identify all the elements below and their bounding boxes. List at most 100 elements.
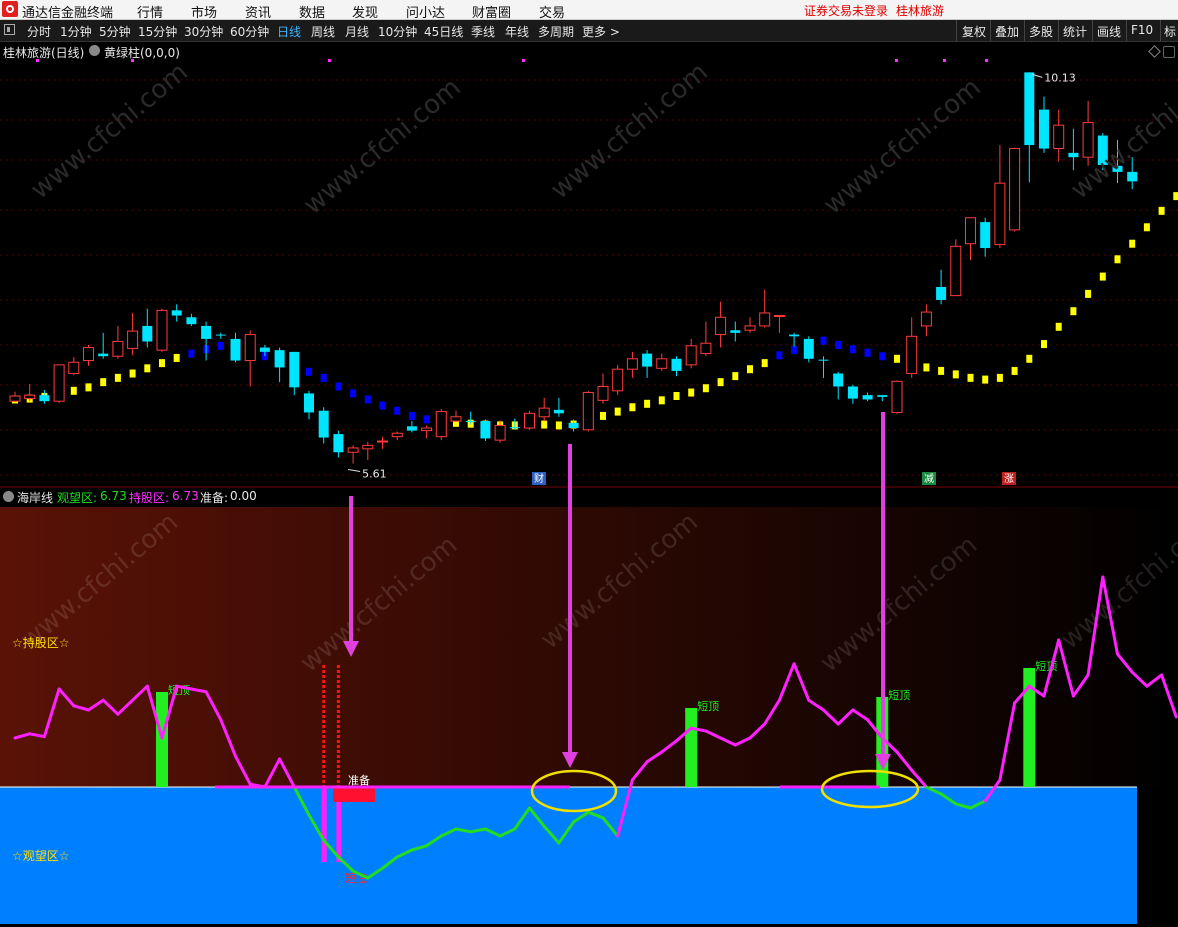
stop-line-block — [732, 372, 739, 381]
candle-body — [142, 325, 153, 342]
stop-line-block — [658, 396, 665, 405]
candle-body — [435, 411, 447, 438]
chart-canvas[interactable]: 10.13 5.61 财 减 涨 www.cfchi.com www.cfchi.com ww… — [0, 0, 1178, 927]
candle-body — [83, 347, 94, 362]
candle-body — [980, 222, 991, 249]
candle-body — [671, 358, 682, 371]
candle — [509, 418, 520, 430]
stop-line-block — [408, 411, 415, 420]
candle — [83, 344, 94, 366]
candle-body — [318, 410, 329, 438]
sub-indicator-dropdown-icon[interactable] — [3, 491, 14, 502]
stop-line-block — [996, 373, 1003, 382]
stop-line-block — [673, 392, 680, 401]
candle — [715, 301, 727, 348]
short-bottom-bar — [321, 787, 327, 862]
candle — [9, 391, 21, 403]
signal-dot — [943, 59, 946, 62]
ready-value: 0.00 — [230, 489, 257, 503]
candle — [965, 217, 976, 261]
stop-line-block — [820, 336, 827, 345]
candle — [700, 321, 712, 357]
candle-body — [480, 421, 491, 439]
candle — [936, 269, 947, 305]
stop-line-block — [644, 399, 651, 408]
candle-body — [127, 330, 139, 349]
candle-body — [53, 364, 65, 402]
chart-title: 桂林旅游(日线) — [3, 46, 85, 60]
short-top-label: 短顶 — [697, 699, 719, 713]
candle — [685, 338, 697, 369]
candle — [877, 395, 888, 402]
candle — [626, 351, 638, 378]
stop-line-block — [1041, 340, 1047, 349]
watch-zone-label: 观望区: — [57, 491, 98, 505]
watermark: www.cfchi.com — [25, 57, 194, 205]
candle — [1053, 109, 1065, 162]
stop-line-block — [849, 345, 856, 354]
candle — [920, 304, 932, 337]
candle — [950, 239, 962, 297]
candle-body — [362, 444, 374, 450]
candle-body — [421, 427, 433, 432]
sub-indicator-name[interactable]: 海岸线 — [17, 489, 53, 506]
stop-line-block — [85, 383, 92, 392]
candle-body — [877, 395, 888, 397]
stop-line-block — [379, 401, 386, 410]
stop-line-block — [100, 378, 107, 387]
candle-body — [700, 342, 712, 355]
hold-zone-bg — [0, 507, 1178, 787]
candle — [906, 317, 918, 378]
stop-line-block — [217, 341, 224, 350]
candle-body — [171, 310, 182, 316]
hold-zone-label: ☆持股区☆ — [12, 635, 70, 650]
indicator-dropdown-icon[interactable] — [89, 45, 100, 56]
candle — [53, 364, 65, 403]
candle-body — [24, 394, 36, 400]
short-top-label: 短顶 — [168, 683, 190, 697]
stop-line-block — [144, 364, 151, 373]
candle — [450, 410, 462, 422]
candle-body — [9, 395, 21, 402]
stop-line-block — [923, 363, 930, 372]
candle — [465, 411, 476, 425]
watermark: www.cfchi.com — [545, 57, 714, 205]
candle — [1039, 96, 1049, 153]
candle-body — [818, 359, 829, 361]
stop-line-block — [320, 373, 327, 382]
candle — [642, 350, 653, 378]
candle-body — [304, 393, 314, 413]
candle — [304, 390, 314, 420]
watch-zone-value: 6.73 — [100, 489, 127, 503]
main-indicator-label[interactable]: 黄绿柱(0,0,0) — [104, 44, 180, 61]
candle-body — [833, 373, 844, 387]
candle-body — [391, 432, 403, 438]
stop-line-block — [541, 420, 548, 429]
candle — [289, 351, 300, 396]
candle-body — [803, 338, 814, 359]
candle — [421, 425, 433, 439]
candle — [142, 308, 153, 348]
candle-body — [1039, 109, 1049, 149]
candle — [538, 397, 550, 422]
candle — [391, 431, 403, 441]
candle — [68, 357, 80, 376]
candle-body — [333, 434, 344, 453]
axis-settings-icon[interactable] — [1163, 46, 1175, 58]
stop-line-block — [350, 389, 357, 398]
sub-chart-header: 海岸线 观望区: 6.73 持股区: 6.73 准备: 0.00 — [0, 488, 1178, 506]
hold-zone-label: 持股区: — [129, 491, 170, 505]
candle-body — [862, 395, 873, 400]
candle-body — [936, 286, 947, 300]
candle — [406, 421, 417, 433]
stop-line-block — [688, 388, 695, 397]
candle-body — [568, 422, 579, 429]
candle — [377, 436, 388, 449]
stop-line-block — [1099, 272, 1106, 281]
candle — [1009, 147, 1021, 232]
stop-line-block — [761, 359, 768, 368]
ready-label: 准备: — [200, 491, 229, 505]
watermark: www.cfchi.com — [1065, 57, 1178, 205]
stop-line-block — [1173, 192, 1178, 201]
candle-body — [538, 407, 550, 418]
